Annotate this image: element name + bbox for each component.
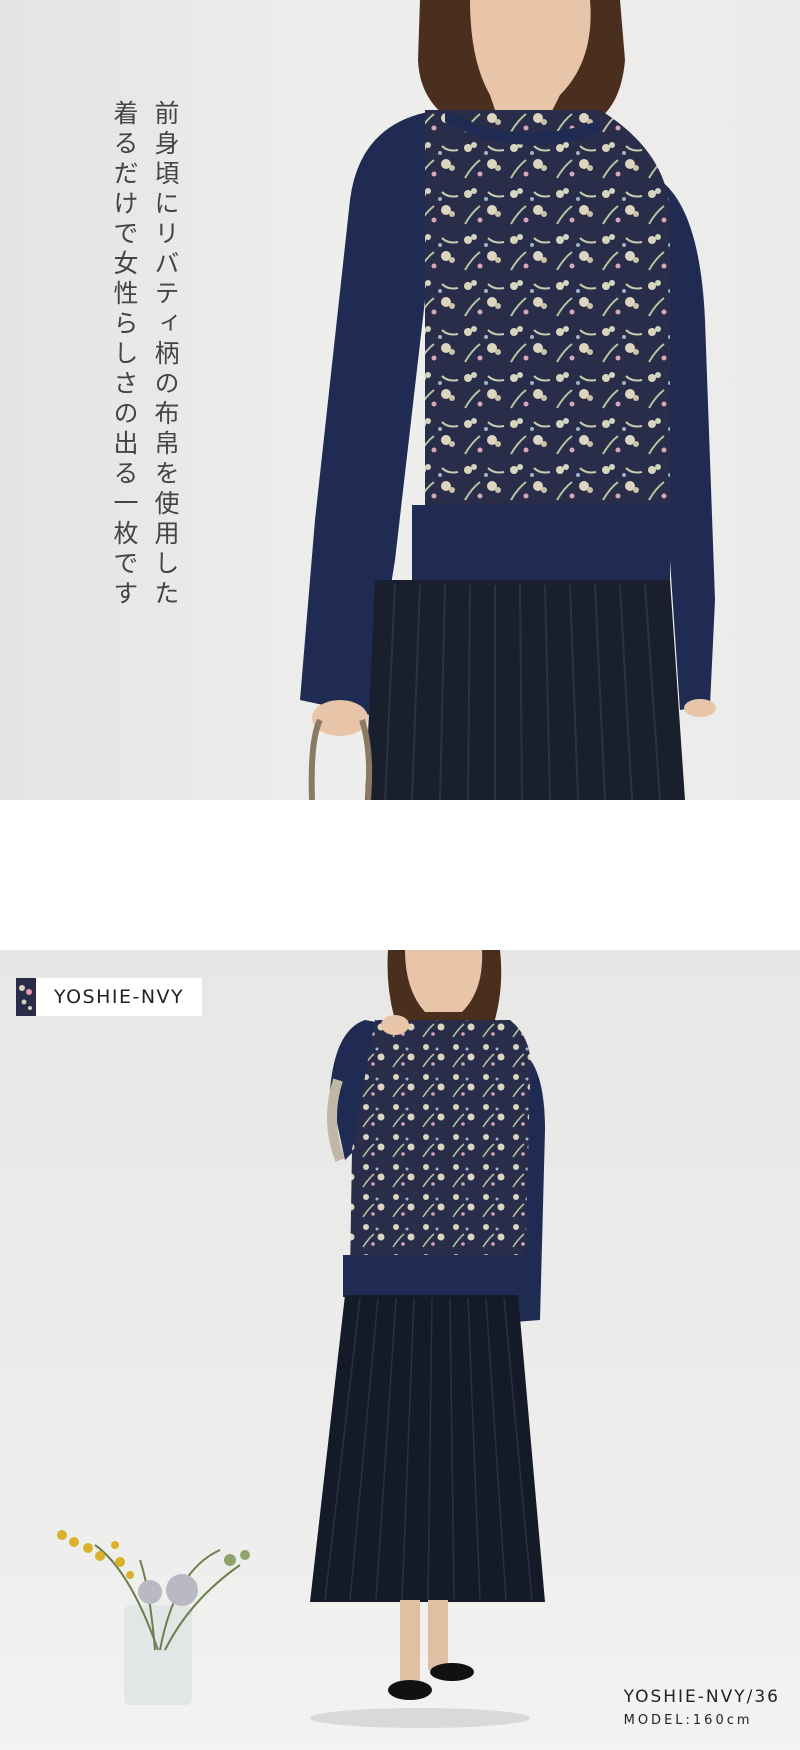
model-caption: YOSHIE-NVY/36 MODEL:160cm [624, 1687, 780, 1728]
section-spacer [0, 800, 800, 950]
model-full-length-photo [57, 950, 545, 1728]
product-size-code: YOSHIE-NVY/36 [623, 1687, 780, 1707]
catch-copy-line-1: 前身頃にリバティ柄の布帛を使用した [151, 100, 180, 610]
model-height: MODEL:160cm [623, 1713, 753, 1728]
hero-photo-section: 前身頃にリバティ柄の布帛を使用した 着るだけで女性らしさの出る一枚です [0, 0, 800, 800]
color-variant-label: YOSHIE-NVY [54, 986, 185, 1008]
catch-copy-line-2: 着るだけで女性らしさの出る一枚です [110, 100, 139, 610]
color-variant-tag: YOSHIE-NVY [16, 978, 203, 1016]
full-length-photo-section: YOSHIE-NVY YOSHIE-NVY/36 MODEL:160cm [0, 950, 800, 1750]
vertical-catch-copy: 前身頃にリバティ柄の布帛を使用した 着るだけで女性らしさの出る一枚です [110, 100, 180, 660]
fabric-swatch-icon [16, 978, 36, 1016]
